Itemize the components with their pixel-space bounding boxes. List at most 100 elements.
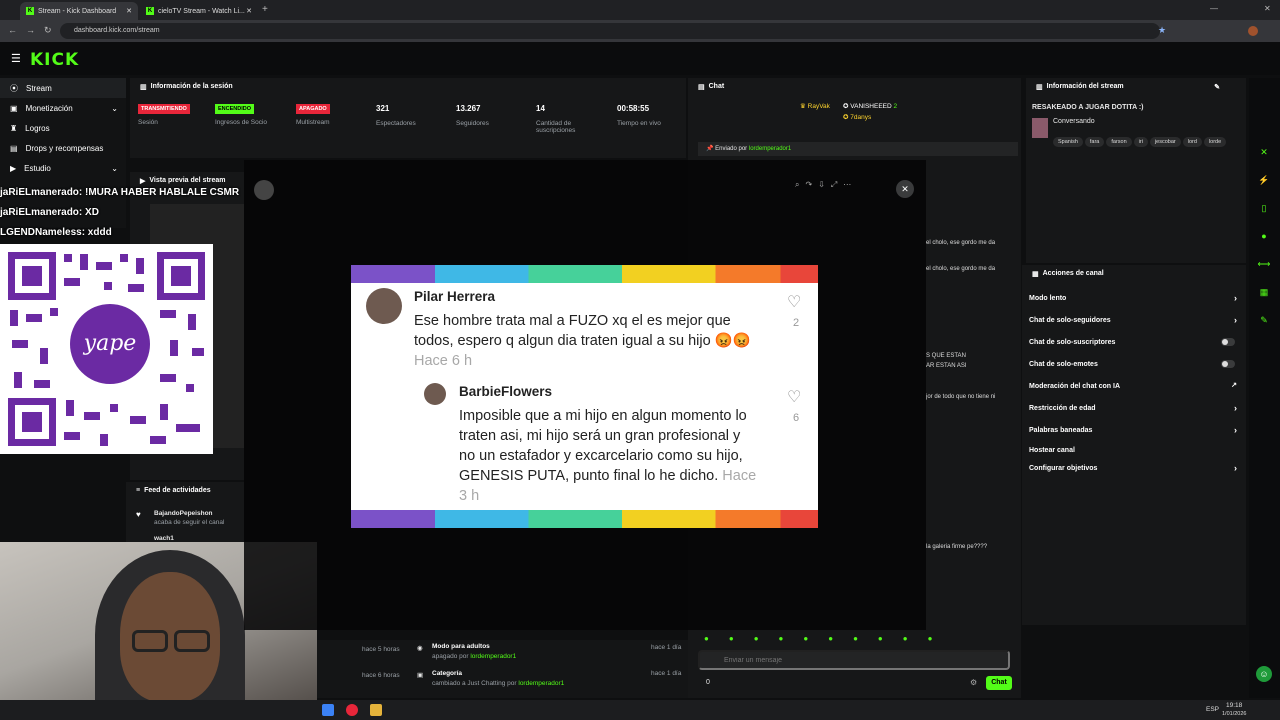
emote-bar[interactable]: ● ● ● ● ● ● ● ● ● ●: [704, 634, 1004, 644]
browser-tab-bar: K Stream - Kick Dashboard ✕ K cieloTV St…: [0, 0, 1280, 20]
action-age-restriction[interactable]: Restricción de edad ›: [1029, 403, 1237, 413]
yape-logo: yape: [70, 304, 150, 384]
stat-multistream: APAGADO Multistream: [296, 104, 330, 126]
yape-qr-code: yape: [0, 244, 213, 454]
pinned-by-user: lordemperador1: [748, 146, 792, 152]
panel-title: Chat: [708, 83, 725, 90]
edit-icon[interactable]: ✎: [1214, 83, 1220, 91]
gear-icon[interactable]: ⚙: [970, 678, 977, 687]
lightning-icon[interactable]: ⚡: [1256, 172, 1272, 188]
close-tab-icon[interactable]: ✕: [126, 7, 132, 15]
emote-icon[interactable]: ●: [903, 634, 908, 644]
emote-icon[interactable]: ●: [704, 634, 709, 644]
close-tab-icon[interactable]: ✕: [246, 7, 252, 15]
menu-icon[interactable]: ☰: [11, 52, 21, 65]
url-field[interactable]: dashboard.kick.com/stream: [60, 23, 1160, 39]
chat-send-button[interactable]: Chat: [986, 676, 1012, 690]
action-banned-words[interactable]: Palabras baneadas ›: [1029, 425, 1237, 435]
action-slow-mode[interactable]: Modo lento ›: [1029, 293, 1237, 303]
kick-logo[interactable]: KICK: [30, 50, 79, 70]
session-panel-header: ▥ Información de la sesión: [130, 78, 686, 96]
emote-icon[interactable]: ●: [729, 634, 734, 644]
action-emotes-only[interactable]: Chat de solo-emotes: [1029, 360, 1237, 368]
share-icon[interactable]: ↷: [805, 180, 812, 190]
comment-username: Pilar Herrera: [414, 289, 496, 304]
wrench-icon[interactable]: ✎: [1256, 312, 1272, 328]
rainbow-border-bottom: [351, 510, 818, 528]
support-chat-icon[interactable]: ☺: [1256, 666, 1272, 682]
action-ai-moderation[interactable]: Moderación del chat con IA ↗: [1029, 382, 1237, 390]
sidebar-item-drops[interactable]: ▤ Drops y recompensas: [0, 138, 126, 158]
zoom-icon[interactable]: ⌕: [795, 180, 799, 190]
chat-message-snippet: el cholo, ese gordo me da: [926, 266, 996, 272]
emote-icon[interactable]: ●: [853, 634, 858, 644]
rainbow-border-top: [351, 265, 818, 283]
new-tab-icon[interactable]: +: [262, 4, 268, 15]
forward-icon[interactable]: →: [26, 25, 35, 35]
tag-list: Spanish fara farson iri jescobar lord lorde: [1053, 130, 1228, 148]
overlay-chat-line: jaRiELmanerado: XD: [0, 207, 99, 218]
comment-text: Ese hombre trata mal a FUZO xq el es mej…: [414, 313, 751, 369]
windows-taskbar: ESP 19:18 1/01/2026: [0, 700, 1280, 720]
chat-bubble-icon[interactable]: ●: [1256, 228, 1272, 244]
chevron-right-icon: ›: [1234, 425, 1237, 435]
tool-icon[interactable]: ✕: [1256, 144, 1272, 160]
expand-icon[interactable]: ⤢: [831, 180, 837, 190]
emote-icon[interactable]: ●: [828, 634, 833, 644]
language-indicator[interactable]: ESP: [1206, 706, 1219, 713]
code-icon[interactable]: ⟷: [1256, 256, 1272, 272]
heart-icon: ♥: [136, 510, 141, 519]
category-thumbnail: [1032, 118, 1048, 138]
eye-icon: ◉: [417, 645, 423, 652]
folder-icon[interactable]: [370, 704, 382, 716]
bookmark-star-icon[interactable]: ★: [1158, 25, 1166, 36]
action-followers-only[interactable]: Chat de solo-seguidores ›: [1029, 315, 1237, 325]
emote-icon[interactable]: ●: [878, 634, 883, 644]
status-badge: TRANSMITIENDO: [138, 104, 190, 114]
toggle-switch[interactable]: [1221, 338, 1235, 346]
reload-icon[interactable]: ↻: [44, 25, 52, 36]
chat-panel-header: ▤ Chat: [688, 78, 1021, 96]
browser-tab-kick-dashboard[interactable]: K Stream - Kick Dashboard ✕: [20, 2, 138, 20]
action-host-channel[interactable]: Hostear canal: [1029, 447, 1237, 454]
pinned-message[interactable]: 📌 Enviado por lordemperador1: [698, 142, 1018, 156]
clock-time[interactable]: 19:18: [1226, 702, 1242, 709]
action-subscribers-only[interactable]: Chat de solo-suscriptores: [1029, 338, 1237, 346]
sidebar-item-logros[interactable]: ♜ Logros: [0, 118, 126, 138]
action-configure-goals[interactable]: Configurar objetivos ›: [1029, 463, 1237, 473]
stat-live-time: 00:58:55 Tiempo en vivo: [617, 104, 661, 127]
obs-icon[interactable]: [346, 704, 358, 716]
grid-icon[interactable]: ▦: [1256, 284, 1272, 300]
minimize-icon[interactable]: —: [1210, 4, 1218, 13]
emote-icon[interactable]: ●: [779, 634, 784, 644]
browser-tab-cielotv[interactable]: K cieloTV Stream - Watch Li... ✕: [140, 2, 258, 20]
close-window-icon[interactable]: ✕: [1264, 4, 1271, 13]
chat-message-snippet: jor de todo que no tiene ni: [926, 394, 996, 400]
chat-user-count: 0: [706, 679, 710, 686]
emote-icon[interactable]: ●: [803, 634, 808, 644]
money-icon: ▣: [10, 103, 18, 113]
sidebar-item-monetizacion[interactable]: ▣ Monetización ⌄: [0, 98, 126, 118]
glasses-right: [174, 630, 210, 652]
emote-icon[interactable]: ●: [928, 634, 933, 644]
toggle-switch[interactable]: [1221, 360, 1235, 368]
emote-icon[interactable]: ●: [754, 634, 759, 644]
stat-session: TRANSMITIENDO Sesión: [138, 104, 190, 126]
document-icon[interactable]: ▯: [1256, 200, 1272, 216]
discord-icon[interactable]: [322, 704, 334, 716]
clock-date[interactable]: 1/01/2026: [1222, 711, 1246, 717]
download-icon[interactable]: ⇩: [818, 180, 825, 190]
sidebar-item-label: Drops y recompensas: [25, 143, 104, 153]
heart-icon[interactable]: ♡: [787, 292, 801, 312]
sidebar-item-estudio[interactable]: ▶ Estudio ⌄: [0, 158, 126, 178]
sidebar-item-stream[interactable]: ⦿ Stream: [0, 78, 126, 98]
heart-icon[interactable]: ♡: [787, 387, 801, 407]
comment-text: Imposible que a mi hijo en algun momento…: [459, 408, 757, 504]
back-icon[interactable]: ←: [8, 25, 17, 35]
chevron-down-icon: ⌄: [111, 163, 118, 173]
more-icon[interactable]: ⋯: [843, 180, 851, 190]
close-icon[interactable]: ✕: [896, 180, 914, 198]
profile-avatar[interactable]: [1248, 26, 1258, 36]
chat-message-input[interactable]: [698, 650, 1010, 670]
info-icon: ▥: [1036, 84, 1043, 91]
